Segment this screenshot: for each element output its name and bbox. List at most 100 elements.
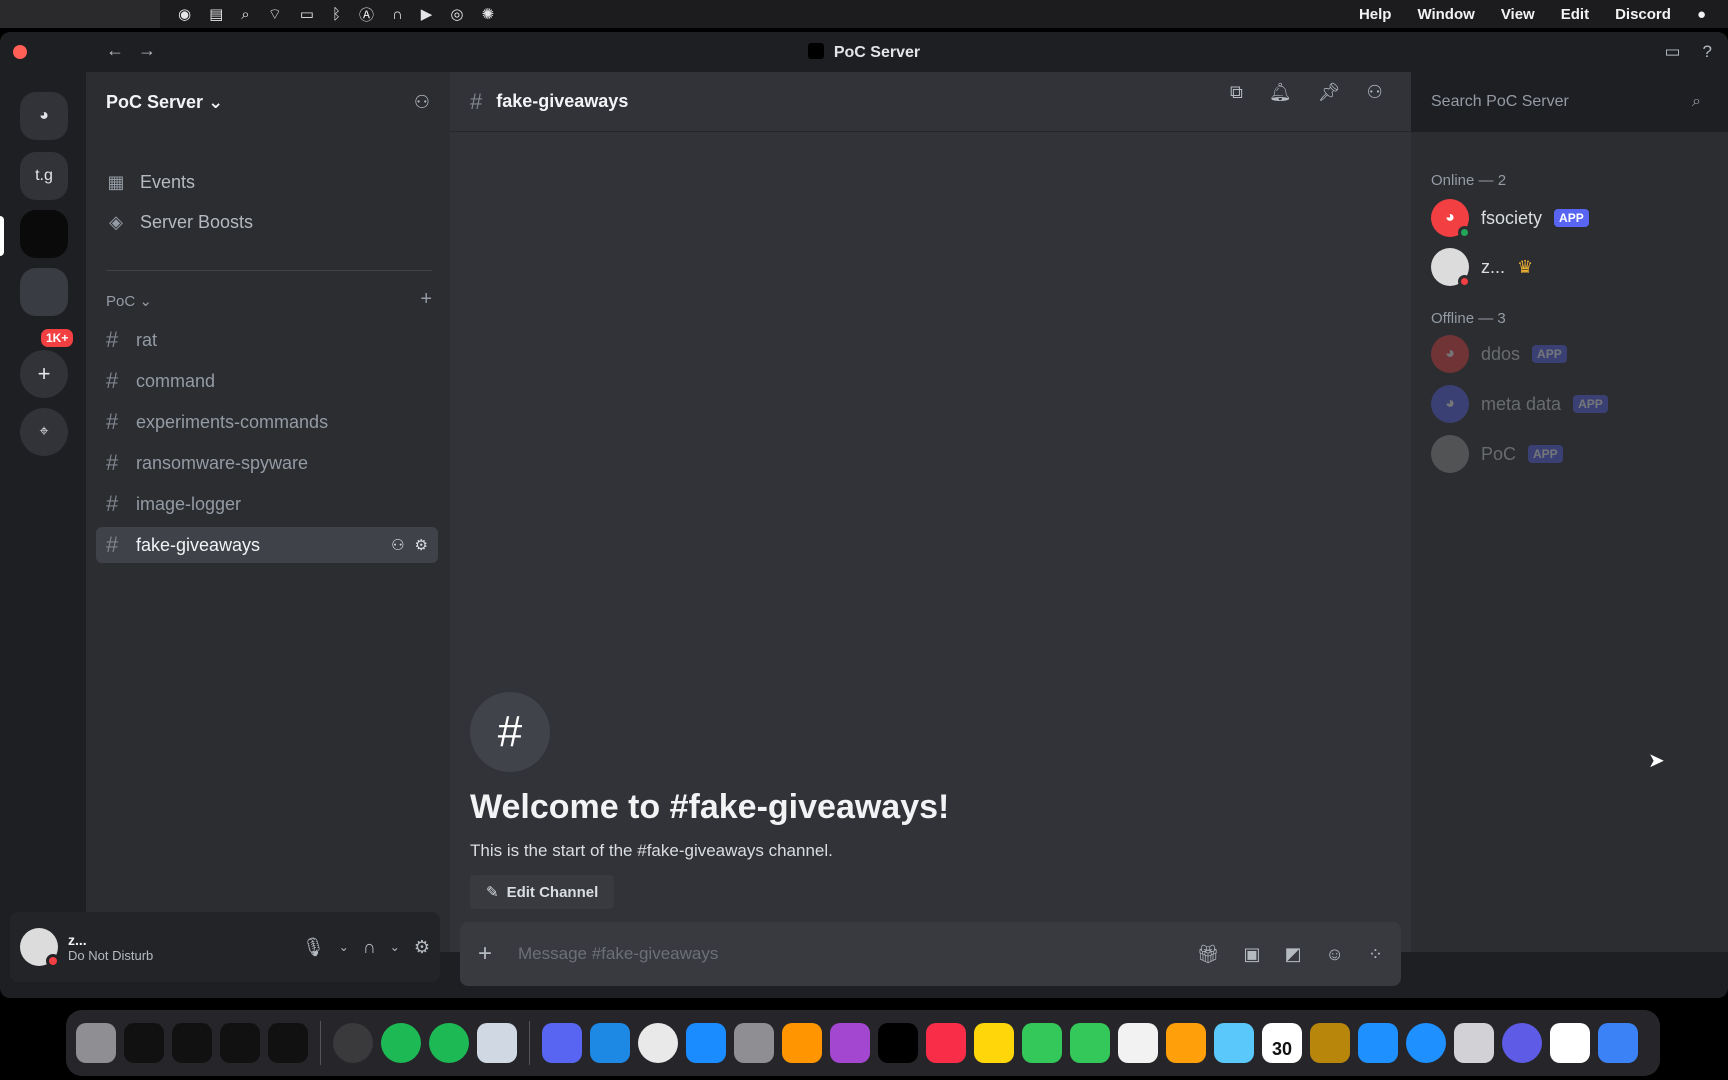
gif-icon[interactable]: ▣	[1243, 944, 1260, 965]
channel-command[interactable]: # command	[96, 363, 438, 399]
sticker-icon[interactable]: ◩	[1285, 944, 1302, 965]
message-input[interactable]: Message #fake-giveaways	[518, 944, 718, 964]
channel-ransomware-spyware[interactable]: # ransomware-spyware	[96, 445, 438, 481]
apps-icon[interactable]: ⁘	[1368, 944, 1383, 965]
bluetooth-icon[interactable]: ᛒ	[332, 6, 341, 23]
facetime-icon[interactable]	[1022, 1023, 1062, 1063]
search-input[interactable]: Search PoC Server ⌕	[1421, 82, 1711, 122]
safari-icon[interactable]	[1406, 1023, 1446, 1063]
inbox-icon[interactable]: ▭	[1664, 42, 1680, 62]
trash-icon[interactable]	[76, 1023, 116, 1063]
siri-icon[interactable]: ◉	[178, 5, 191, 23]
threads-icon[interactable]: ⧉	[1230, 82, 1243, 103]
channel-rat[interactable]: # rat	[96, 322, 438, 358]
input-source-icon[interactable]: Ⓐ	[359, 4, 374, 25]
member-meta-data[interactable]: ◕ meta data APP	[1431, 385, 1608, 423]
chevron-down-icon[interactable]: ⌄	[339, 940, 349, 954]
server-header[interactable]: PoC Server ⌄ ⚇	[86, 72, 450, 132]
add-server-button[interactable]: +	[20, 350, 68, 398]
music-icon[interactable]	[926, 1023, 966, 1063]
edit-channel-button[interactable]: ✎ Edit Channel	[470, 875, 615, 909]
category-poc[interactable]: PoC ⌄ +	[106, 289, 432, 310]
roblox-icon[interactable]	[1550, 1023, 1590, 1063]
wifi-icon[interactable]: ⌔	[268, 5, 282, 24]
spotify-icon[interactable]	[429, 1023, 469, 1063]
spotify-icon[interactable]	[381, 1023, 421, 1063]
finder-icon[interactable]	[1598, 1023, 1638, 1063]
member-fsociety[interactable]: ◕ fsociety APP	[1431, 199, 1589, 239]
books-icon[interactable]	[782, 1023, 822, 1063]
headphones-icon[interactable]: ∩	[363, 937, 376, 958]
maps-icon[interactable]	[1214, 1023, 1254, 1063]
server-tg[interactable]: t.g	[20, 152, 68, 200]
user-info[interactable]: z... Do Not Disturb	[68, 932, 153, 963]
server-folder[interactable]	[20, 268, 68, 316]
server-poc[interactable]	[20, 210, 68, 258]
calendar-day: 30	[1271, 1039, 1293, 1059]
photos-icon[interactable]	[1166, 1023, 1206, 1063]
calendar-icon[interactable]: 30	[1262, 1023, 1302, 1063]
gear-icon[interactable]: ⚙	[415, 536, 428, 554]
menu-view[interactable]: View	[1501, 6, 1535, 23]
menu-window[interactable]: Window	[1417, 6, 1474, 23]
channel-fake-giveaways[interactable]: # fake-giveaways ⚇ ⚙	[96, 527, 438, 563]
play-icon[interactable]: ▶	[421, 5, 433, 23]
create-channel-icon[interactable]: +	[420, 289, 432, 310]
podcasts-icon[interactable]	[830, 1023, 870, 1063]
discord-logo-icon: ◕	[39, 107, 49, 124]
mail-icon[interactable]	[1358, 1023, 1398, 1063]
window-thumbnail-icon[interactable]	[268, 1023, 308, 1063]
gear-icon[interactable]: ⚙	[414, 937, 430, 958]
messages-icon[interactable]	[1070, 1023, 1110, 1063]
window-thumbnail-icon[interactable]	[220, 1023, 260, 1063]
launchpad-icon[interactable]	[1454, 1023, 1494, 1063]
discord-window: ← → PoC Server ▭ ? ◕ t.g 1K+ + ⌖ PoC Ser…	[0, 32, 1728, 998]
app-store-icon[interactable]	[686, 1023, 726, 1063]
create-invite-icon[interactable]: ⚇	[391, 536, 404, 554]
menu-edit[interactable]: Edit	[1561, 6, 1589, 23]
apple-tv-icon[interactable]	[878, 1023, 918, 1063]
menu-discord[interactable]: Discord	[1615, 6, 1671, 23]
member-poc[interactable]: PoC APP	[1431, 435, 1563, 473]
gift-icon[interactable]: 🎁︎	[1197, 944, 1220, 965]
reminders-icon[interactable]	[1118, 1023, 1158, 1063]
help-icon[interactable]: ?	[1703, 42, 1712, 62]
activity-monitor-icon[interactable]	[333, 1023, 373, 1063]
siri-icon[interactable]	[1502, 1023, 1542, 1063]
server-boosts-link[interactable]: ◈ Server Boosts	[106, 212, 253, 233]
spotlight-icon[interactable]: ⌕	[241, 6, 249, 23]
direct-messages-button[interactable]: ◕	[20, 92, 68, 140]
chevron-down-icon[interactable]: ⌄	[390, 940, 400, 954]
discord-icon[interactable]	[542, 1023, 582, 1063]
window-thumbnail-icon[interactable]	[124, 1023, 164, 1063]
menu-help[interactable]: Help	[1359, 6, 1392, 23]
window-thumbnail-icon[interactable]	[172, 1023, 212, 1063]
screen-record-icon[interactable]: ◎	[450, 5, 463, 23]
server-name[interactable]: PoC Server ⌄	[106, 92, 223, 113]
avatar[interactable]	[20, 928, 60, 968]
contacts-icon[interactable]	[1310, 1023, 1350, 1063]
preview-icon[interactable]	[477, 1023, 517, 1063]
chrome-icon[interactable]	[638, 1023, 678, 1063]
system-settings-icon[interactable]	[734, 1023, 774, 1063]
apple-icon[interactable]: ●	[1697, 6, 1706, 23]
vscode-icon[interactable]	[590, 1023, 630, 1063]
events-link[interactable]: ▦ Events	[106, 172, 195, 193]
headphones-icon[interactable]: ∩	[392, 6, 403, 23]
explore-servers-button[interactable]: ⌖	[20, 408, 68, 456]
notes-icon[interactable]	[974, 1023, 1014, 1063]
extension-icon[interactable]: ✺	[481, 5, 494, 23]
member-z[interactable]: z... ♛	[1431, 248, 1533, 288]
member-list-icon[interactable]: ⚇	[1367, 82, 1383, 103]
microphone-icon[interactable]: 🎙︎	[302, 937, 325, 958]
member-ddos[interactable]: ◕ ddos APP	[1431, 335, 1567, 373]
battery-icon[interactable]: ▭	[300, 5, 314, 23]
channel-image-logger[interactable]: # image-logger	[96, 486, 438, 522]
pin-icon[interactable]: 📌︎	[1318, 82, 1341, 103]
bell-icon[interactable]: 🔔︎	[1269, 82, 1292, 103]
add-attachment-icon[interactable]: +	[478, 940, 492, 968]
invite-people-icon[interactable]: ⚇	[414, 92, 430, 113]
control-center-icon[interactable]: ▤	[209, 5, 223, 23]
channel-experiments-commands[interactable]: # experiments-commands	[96, 404, 438, 440]
emoji-icon[interactable]: ☺	[1326, 944, 1344, 965]
